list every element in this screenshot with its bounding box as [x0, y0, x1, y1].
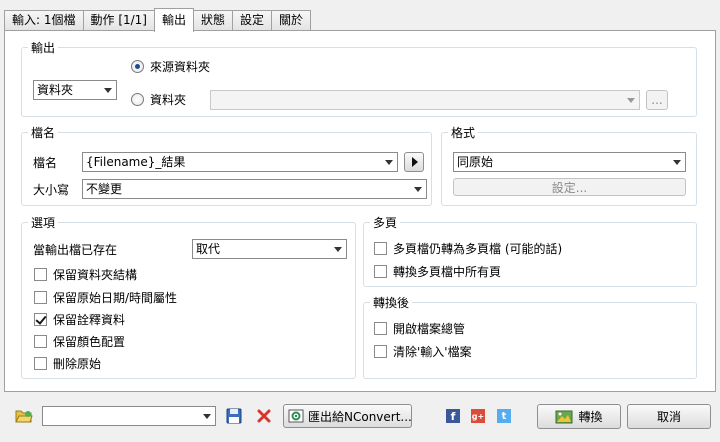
output-mode-select[interactable]: 資料夾 [33, 80, 117, 100]
exists-select[interactable]: 取代 [192, 239, 347, 259]
radio-source-folder-label: 來源資料夾 [150, 60, 211, 74]
output-group: 輸出 資料夾 來源資料夾 資料夾 ... [21, 39, 697, 117]
export-nconvert-label: 匯出給NConvert... [308, 409, 412, 424]
keep-date-time-label: 保留原始日期/時間屬性 [53, 291, 178, 305]
keep-metadata-box [34, 313, 47, 326]
case-select[interactable]: 不變更 [82, 179, 427, 199]
multipage-keep-box [374, 242, 387, 255]
after-conversion-group: 轉換後 開啟檔案總管 清除'輸入'檔案 [363, 294, 697, 379]
format-settings-button[interactable]: 設定... [453, 178, 686, 196]
chevron-down-icon [104, 88, 112, 93]
delete-original-checkbox[interactable]: 刪除原始 [34, 355, 101, 372]
keep-color-profile-box [34, 335, 47, 348]
tab-settings[interactable]: 設定 [232, 10, 273, 31]
facebook-letter: f [450, 409, 456, 423]
twitter-icon[interactable]: t [497, 409, 511, 423]
radio-folder-indicator [131, 93, 144, 106]
delete-icon[interactable] [254, 406, 274, 426]
multipage-group-title: 多頁 [370, 214, 401, 231]
multipage-all-label: 轉換多頁檔中所有頁 [393, 265, 502, 279]
convert-icon [555, 410, 573, 424]
clear-input-box [374, 345, 387, 358]
open-explorer-box [374, 322, 387, 335]
chevron-down-icon [673, 160, 681, 165]
keep-color-profile-label: 保留顏色配置 [53, 335, 126, 349]
case-value: 不變更 [86, 182, 123, 196]
clear-input-checkbox[interactable]: 清除'輸入'檔案 [374, 343, 472, 360]
facebook-icon[interactable]: f [446, 409, 460, 423]
chevron-down-icon [334, 247, 342, 252]
tab-status[interactable]: 狀態 [193, 10, 234, 31]
multipage-group: 多頁 多頁檔仍轉為多頁檔 (可能的話) 轉換多頁檔中所有頁 [363, 214, 697, 287]
cancel-button[interactable]: 取消 [627, 404, 711, 429]
tab-about[interactable]: 關於 [271, 10, 312, 31]
multipage-keep-label: 多頁檔仍轉為多頁檔 (可能的話) [393, 242, 563, 256]
format-value: 同原始 [457, 155, 494, 169]
filename-insert-button[interactable] [404, 152, 424, 172]
tab-bar: 輸入: 1個檔 動作 [1/1] 輸出 狀態 設定 關於 [4, 8, 312, 32]
preset-select[interactable] [42, 406, 216, 426]
delete-original-label: 刪除原始 [53, 357, 102, 371]
exists-label: 當輸出檔已存在 [33, 243, 118, 257]
keep-date-time-checkbox[interactable]: 保留原始日期/時間屬性 [34, 289, 177, 306]
filename-pattern-select[interactable]: {Filename}_結果 [82, 152, 398, 172]
format-select[interactable]: 同原始 [453, 152, 686, 172]
convert-label: 轉換 [578, 410, 603, 424]
convert-button[interactable]: 轉換 [537, 404, 621, 429]
folder-path-input[interactable] [210, 90, 640, 110]
after-conversion-group-title: 轉換後 [370, 294, 413, 311]
tab-input[interactable]: 輸入: 1個檔 [4, 10, 84, 31]
chevron-down-icon [203, 414, 211, 419]
chevron-down-icon [627, 98, 635, 103]
filename-pattern-value: {Filename}_結果 [86, 155, 186, 169]
radio-folder-label: 資料夾 [150, 93, 187, 107]
google-plus-letter: g+ [471, 411, 485, 421]
output-group-title: 輸出 [28, 39, 59, 56]
keep-folder-structure-box [34, 268, 47, 281]
open-explorer-checkbox[interactable]: 開啟檔案總管 [374, 320, 465, 337]
multipage-keep-checkbox[interactable]: 多頁檔仍轉為多頁檔 (可能的話) [374, 240, 562, 257]
export-nconvert-button[interactable]: 匯出給NConvert... [283, 404, 412, 428]
save-icon[interactable] [224, 406, 244, 426]
keep-metadata-label: 保留詮釋資料 [53, 313, 126, 327]
keep-metadata-checkbox[interactable]: 保留詮釋資料 [34, 311, 125, 328]
output-mode-value: 資料夾 [37, 83, 74, 97]
browse-folder-button[interactable]: ... [646, 90, 668, 110]
tab-output[interactable]: 輸出 [154, 8, 195, 32]
keep-folder-structure-label: 保留資料夾結構 [53, 268, 138, 282]
gear-icon [288, 408, 304, 424]
tab-actions[interactable]: 動作 [1/1] [82, 10, 155, 31]
format-group-title: 格式 [448, 124, 479, 141]
keep-folder-structure-checkbox[interactable]: 保留資料夾結構 [34, 266, 137, 283]
filename-group-title: 檔名 [28, 124, 59, 141]
chevron-down-icon [385, 160, 393, 165]
exists-value: 取代 [196, 242, 221, 256]
folder-open-icon[interactable] [14, 406, 34, 426]
keep-date-time-box [34, 291, 47, 304]
multipage-all-box [374, 265, 387, 278]
keep-color-profile-checkbox[interactable]: 保留顏色配置 [34, 333, 125, 350]
output-panel: 輸出 資料夾 來源資料夾 資料夾 ... 檔名 檔名 {Filename}_結果 [4, 30, 716, 392]
options-group-title: 選項 [28, 214, 59, 231]
multipage-all-checkbox[interactable]: 轉換多頁檔中所有頁 [374, 263, 501, 280]
filename-group: 檔名 檔名 {Filename}_結果 大小寫 不變更 [21, 124, 432, 206]
play-icon [412, 157, 418, 167]
radio-source-folder-indicator [131, 60, 144, 73]
case-label: 大小寫 [33, 183, 70, 197]
twitter-letter: t [501, 410, 507, 422]
radio-source-folder[interactable]: 來源資料夾 [131, 58, 210, 75]
filename-label: 檔名 [33, 156, 58, 170]
delete-original-box [34, 357, 47, 370]
open-explorer-label: 開啟檔案總管 [393, 322, 466, 336]
radio-folder[interactable]: 資料夾 [131, 91, 186, 108]
clear-input-label: 清除'輸入'檔案 [393, 345, 472, 359]
format-group: 格式 同原始 設定... [441, 124, 697, 206]
chevron-down-icon [414, 187, 422, 192]
google-plus-icon[interactable]: g+ [471, 409, 485, 423]
options-group: 選項 當輸出檔已存在 取代 保留資料夾結構 保留原始日期/時間屬性 保留詮釋資料… [21, 214, 356, 379]
